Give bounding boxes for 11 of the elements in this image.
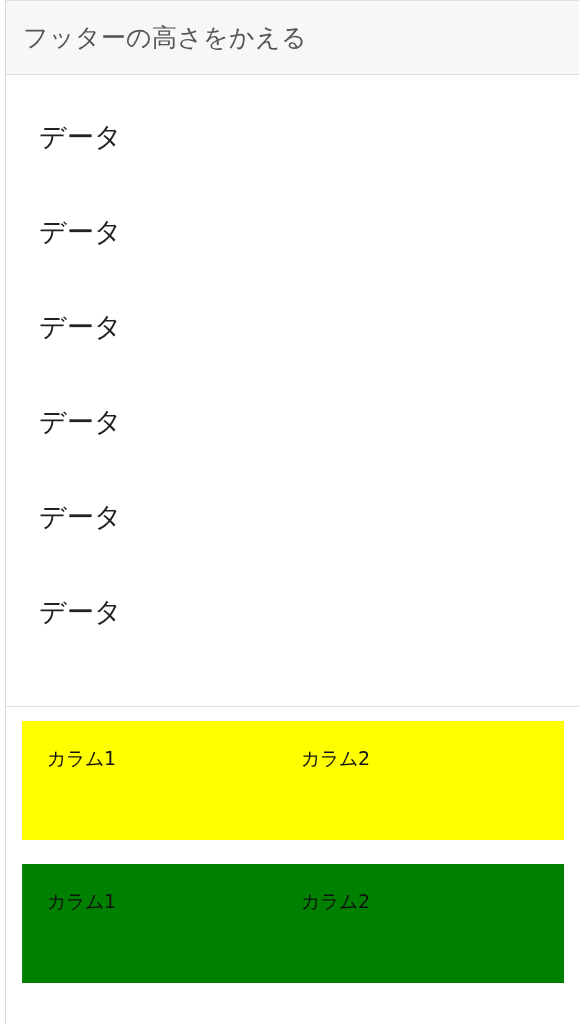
column-label: カラム2	[301, 889, 372, 914]
list-item: データ	[39, 119, 122, 154]
column-label: カラム1	[47, 746, 118, 771]
list-item: データ	[39, 214, 122, 249]
column-label: カラム1	[47, 889, 118, 914]
page-title: フッターの高さをかえる	[23, 22, 307, 54]
list-item: データ	[39, 499, 122, 534]
column-label: カラム2	[301, 746, 372, 771]
list-item: データ	[39, 404, 122, 439]
list-item: データ	[39, 594, 122, 629]
list-item: データ	[39, 309, 122, 344]
